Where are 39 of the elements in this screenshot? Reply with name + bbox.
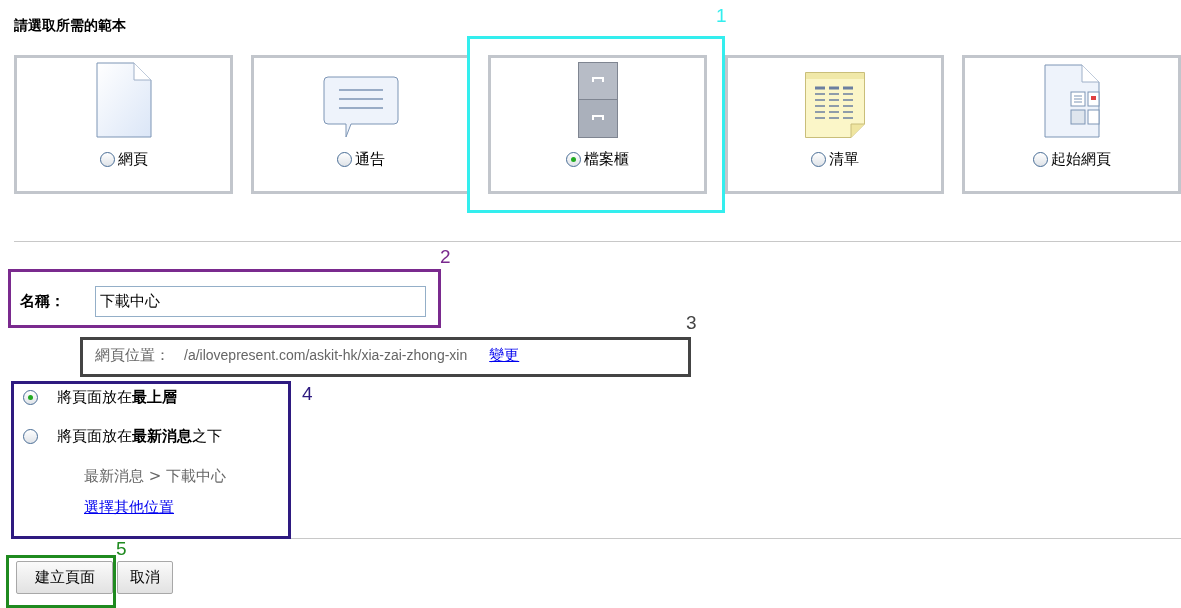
radio-button[interactable] — [336, 151, 352, 167]
annotation-number: 3 — [686, 312, 697, 334]
name-label: 名稱： — [20, 291, 66, 313]
location-label: 網頁位置： — [95, 345, 170, 366]
template-label: 檔案櫃 — [584, 149, 629, 170]
template-card[interactable]: 起始網頁 — [962, 55, 1181, 194]
form-button[interactable]: 建立頁面 — [16, 560, 113, 594]
radio-button[interactable] — [810, 151, 826, 167]
dashboard-page-icon — [1043, 64, 1100, 138]
section-heading: 請選取所需的範本 — [14, 16, 126, 35]
speech-bubble-icon — [322, 76, 399, 138]
radio-button[interactable] — [566, 151, 581, 167]
template-card[interactable]: 網頁 — [14, 55, 233, 194]
annotation-number: 5 — [116, 538, 127, 560]
template-card[interactable]: 清單 — [725, 55, 944, 194]
breadcrumb-text: 最新消息 > 下載中心 — [83, 465, 228, 487]
radio-button[interactable] — [1032, 151, 1048, 167]
radio-button[interactable] — [99, 151, 115, 167]
document-icon — [95, 62, 152, 138]
template-card[interactable]: 檔案櫃 — [488, 55, 707, 194]
form-button[interactable]: 取消 — [117, 560, 173, 594]
placement-option-label: 將頁面放在最新消息之下 — [57, 425, 222, 447]
template-label: 清單 — [828, 149, 859, 170]
radio-button[interactable] — [23, 428, 38, 444]
radio-button[interactable] — [23, 389, 38, 405]
annotation-number: 4 — [302, 383, 313, 405]
change-link[interactable]: 變更 — [489, 344, 520, 367]
annotation-number: 1 — [716, 5, 727, 27]
file-cabinet-icon — [577, 62, 618, 138]
template-label: 起始網頁 — [1050, 149, 1111, 170]
page-path: /a/ilovepresent.com/askit-hk/xia-zai-zhong-xin — [184, 345, 468, 365]
placement-option-label: 將頁面放在最上層 — [57, 386, 177, 408]
list-note-icon — [804, 72, 865, 138]
template-label: 網頁 — [117, 149, 148, 170]
template-label: 通告 — [354, 149, 385, 170]
choose-location-link[interactable]: 選擇其他位置 — [84, 493, 174, 520]
template-card[interactable]: 通告 — [251, 55, 470, 194]
annotation-number: 2 — [440, 246, 451, 268]
name-input-field[interactable]: 下載中心 — [95, 286, 426, 317]
